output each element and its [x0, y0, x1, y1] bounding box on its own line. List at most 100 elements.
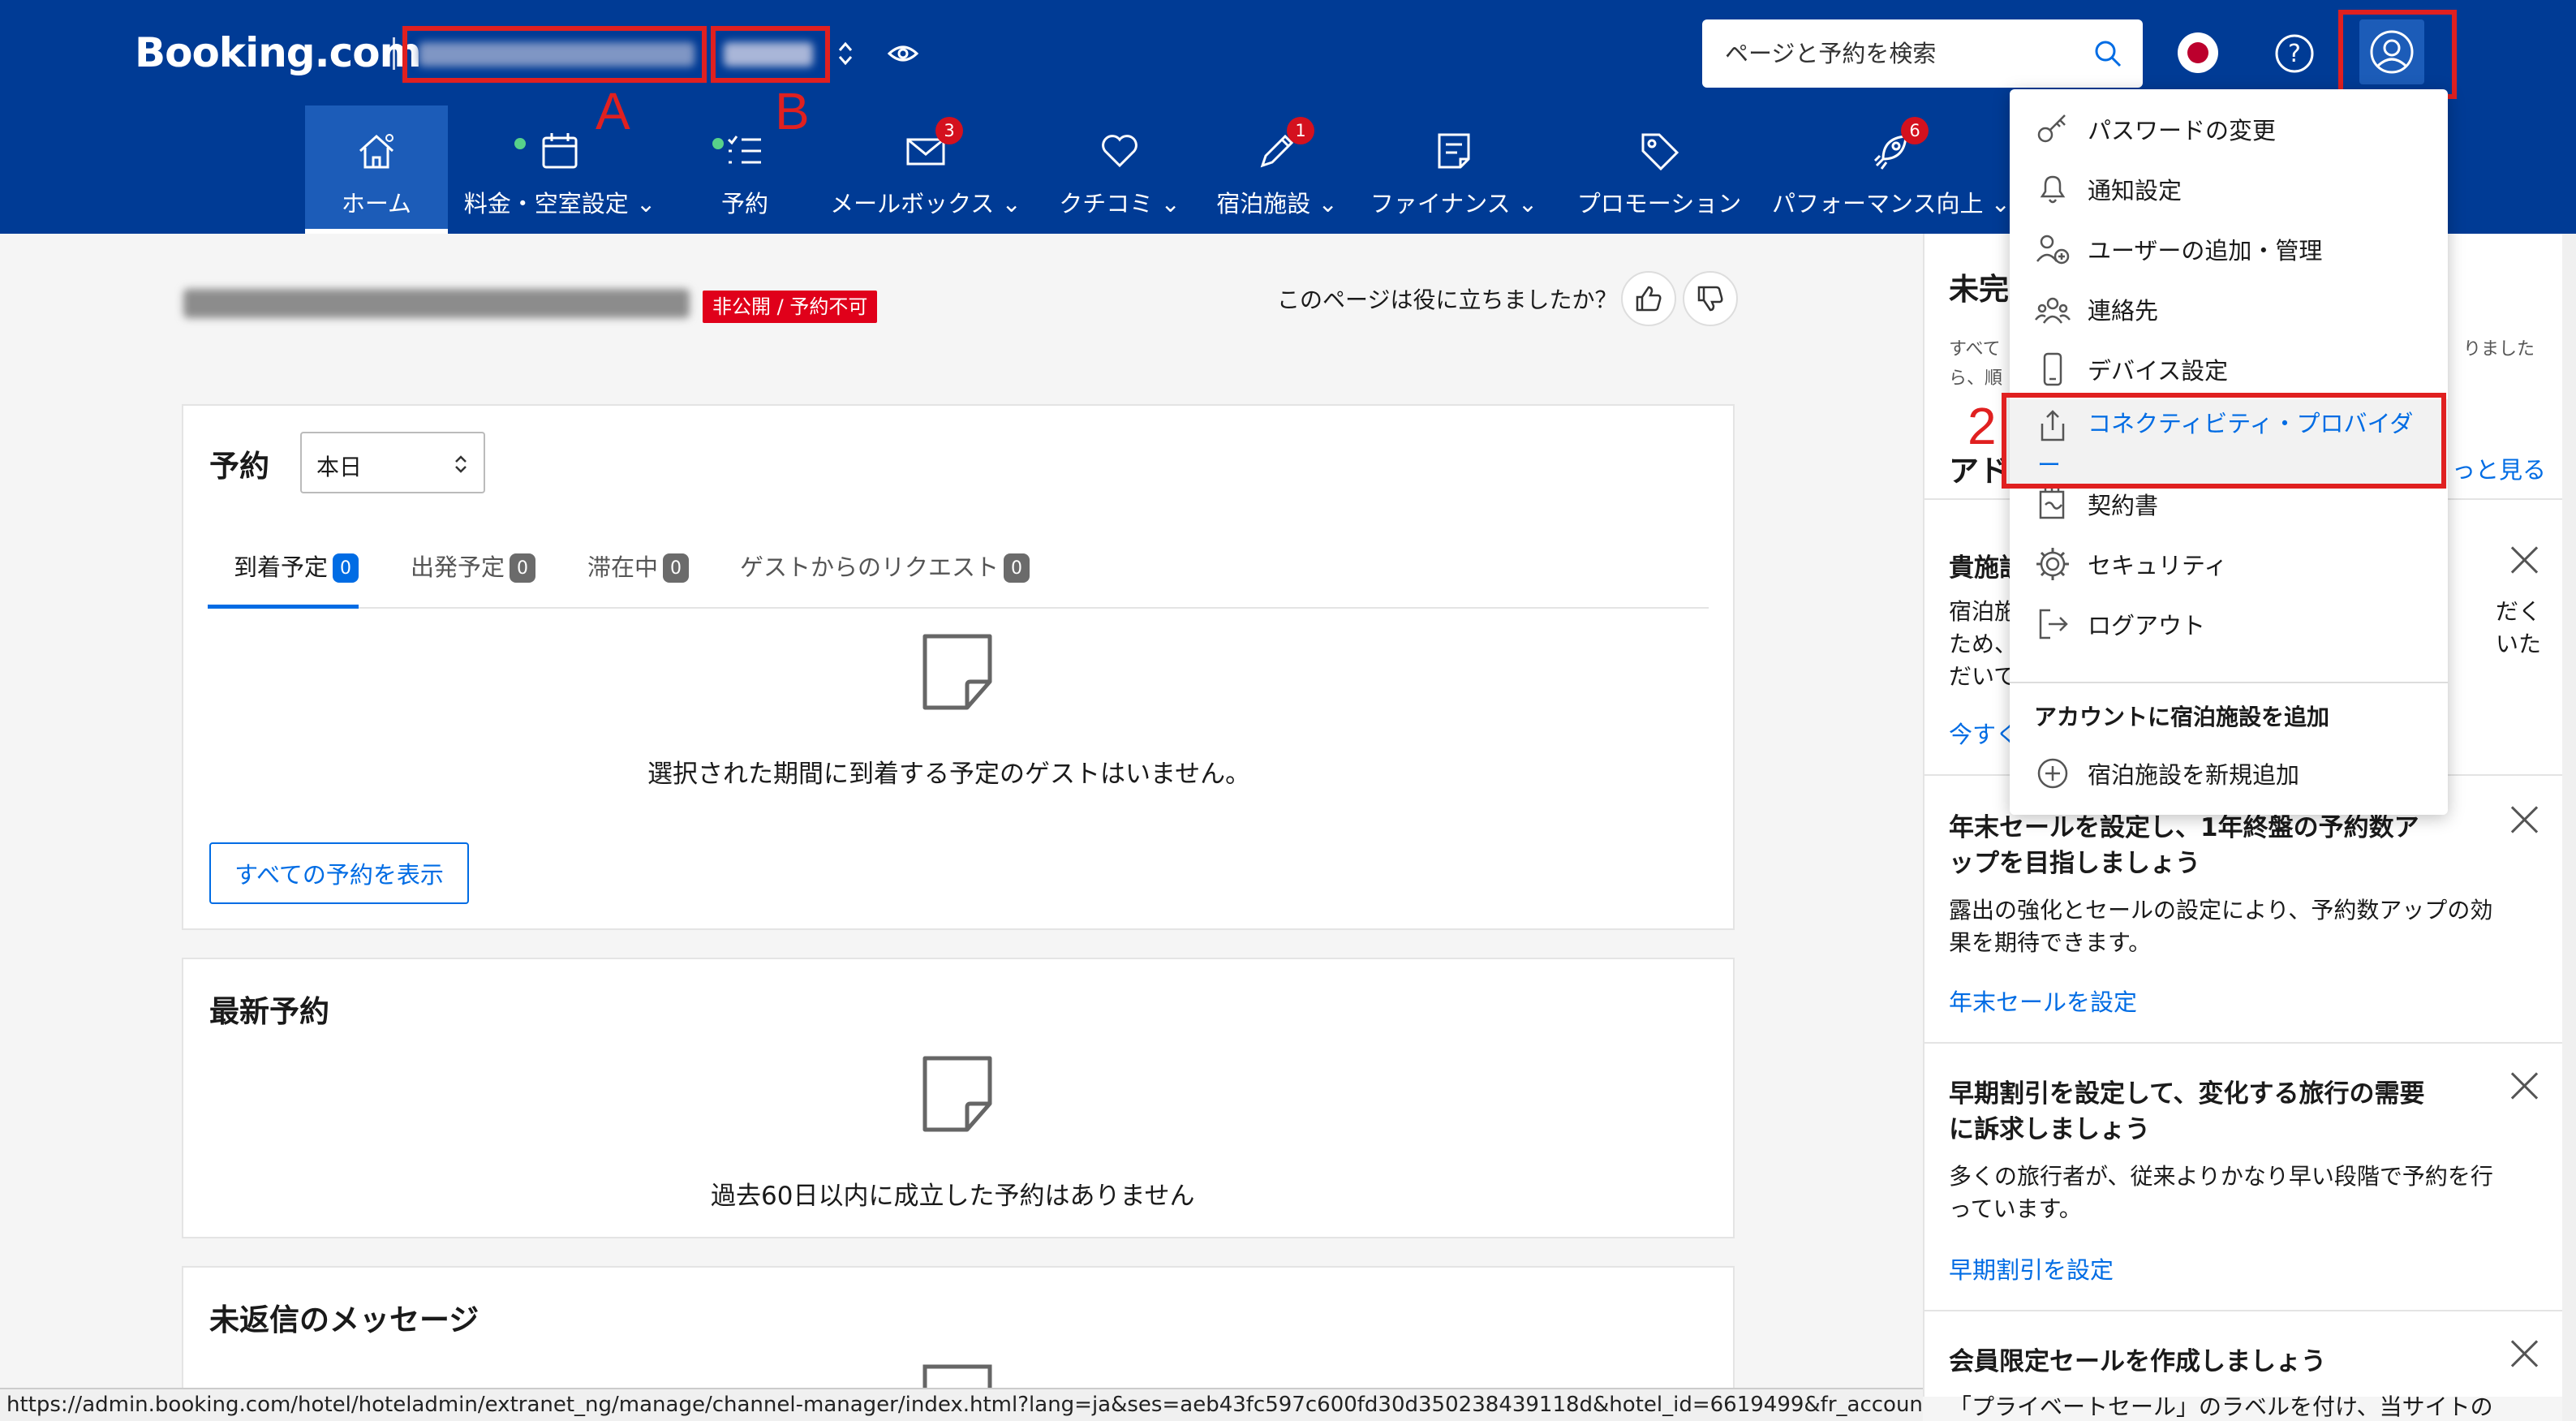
year-end-sale-title-l2: ップを目指しましょう [1949, 849, 2200, 878]
view-all-reservations-button[interactable]: すべての予約を表示 [209, 842, 469, 904]
sidebar-partial-text-2: ら、順 [1949, 368, 2003, 389]
nav-home[interactable]: ホーム [305, 105, 448, 234]
menu-item-logout[interactable]: ログアウト [2010, 594, 2448, 654]
tab-guest-requests[interactable]: ゲストからのリクエスト 0 [740, 549, 1030, 609]
performance-badge: 6 [1901, 117, 1929, 144]
nav-finance[interactable]: ファイナンス ⌄ [1370, 105, 1537, 234]
menu-item-label: 連絡先 [2088, 297, 2159, 325]
nav-performance[interactable]: 6 パフォーマンス向上 ⌄ [1772, 105, 2010, 234]
see-more-link[interactable]: っと見る [2452, 451, 2546, 485]
tab-departures[interactable]: 出発予定 0 [411, 549, 536, 609]
close-icon[interactable] [2509, 544, 2541, 576]
tab-arrivals-count: 0 [333, 553, 359, 583]
menu-item-gear[interactable]: セキュリティ [2010, 534, 2448, 594]
menu-item-label: デバイス設定 [2088, 357, 2229, 385]
envelope-icon: 3 [901, 117, 963, 175]
help-icon[interactable]: ? [2273, 32, 2316, 75]
nav-mailbox[interactable]: 3 メールボックス ⌄ [830, 105, 1021, 234]
mailbox-badge: 3 [935, 117, 963, 144]
rocket-icon: 6 [1867, 117, 1929, 175]
nav-reservations[interactable]: 予約 [698, 105, 792, 234]
thumbs-down-button[interactable] [1683, 271, 1738, 326]
nav-promotions[interactable]: プロモーション [1571, 105, 1748, 234]
year-end-sale-link[interactable]: 年末セールを設定 [1949, 984, 2137, 1018]
pencil-icon: 1 [1253, 117, 1314, 175]
main-content: 非公開 / 予約不可 このページは役に立ちましたか？ 予約 本日 到着予定 0 出… [0, 234, 1923, 1421]
japan-flag-icon[interactable] [2178, 32, 2218, 73]
tab-in-house-count: 0 [663, 553, 690, 583]
search-input[interactable] [1725, 19, 2082, 88]
annotation-box-a [402, 26, 707, 83]
empty-note-icon [917, 631, 998, 713]
thumbs-up-button[interactable] [1621, 271, 1676, 326]
close-icon[interactable] [2509, 1070, 2541, 1102]
menu-divider [2010, 682, 2448, 683]
svg-text:?: ? [2288, 40, 2301, 68]
member-sale-title: 会員限定セールを作成しましょう [1949, 1347, 2326, 1376]
search-icon[interactable] [2090, 36, 2126, 71]
sidebar-card-partial-link[interactable]: 今すぐ [1949, 716, 2019, 750]
property-title-blurred [183, 289, 690, 318]
menu-item-label: パスワードの変更 [2088, 117, 2277, 144]
thumbs-up-icon [1636, 286, 1662, 312]
nav-performance-label: パフォーマンス向上 ⌄ [1772, 190, 2010, 217]
nav-reviews[interactable]: クチコミ ⌄ [1055, 105, 1185, 234]
search-box[interactable] [1702, 19, 2143, 88]
contacts-icon [2034, 291, 2071, 328]
tab-departures-label: 出発予定 [411, 553, 505, 581]
close-icon[interactable] [2509, 1337, 2541, 1370]
no-arrivals-text: 選択された期間に到着する予定のゲストはいません。 [647, 760, 1251, 789]
account-dropdown-menu: パスワードの変更 通知設定 ユーザーの追加・管理 連絡先 デバイス設定 コネクティビティ・… [1967, 89, 2448, 815]
eye-icon[interactable] [887, 39, 919, 68]
calendar-icon [514, 127, 584, 175]
add-user-icon [2034, 230, 2071, 268]
tab-in-house[interactable]: 滞在中 0 [587, 549, 690, 609]
gear-icon [2034, 545, 2071, 583]
nav-property-label: 宿泊施設 ⌄ [1216, 190, 1338, 217]
early-booking-body-l1: 多くの旅行者が、従来よりかなり早い段階で予約を行 [1949, 1163, 2493, 1190]
document-icon [1430, 127, 1478, 175]
menu-item-label: 通知設定 [2088, 177, 2183, 205]
nav-rates-availability[interactable]: 料金・空室設定 ⌄ [462, 105, 657, 234]
menu-item-add-property[interactable]: 宿泊施設を新規追加 [2010, 743, 2448, 803]
menu-item-contacts[interactable]: 連絡先 [2010, 279, 2448, 339]
menu-item-label: セキュリティ [2088, 552, 2228, 579]
menu-item-phone[interactable]: デバイス設定 [2010, 339, 2448, 399]
close-icon[interactable] [2509, 803, 2541, 836]
booking-logo[interactable]: Booking.com [135, 29, 422, 76]
nav-mailbox-label: メールボックス ⌄ [830, 190, 1021, 217]
menu-item-key[interactable]: パスワードの変更 [2010, 99, 2448, 159]
annotation-box-1 [2338, 10, 2457, 99]
menu-item-bell[interactable]: 通知設定 [2010, 159, 2448, 219]
menu-section-title: アカウントに宿泊施設を追加 [2034, 704, 2330, 730]
period-select[interactable]: 本日 [300, 432, 485, 493]
sidebar-card-partial-l1-end: だく [2496, 598, 2542, 625]
thumbs-down-icon [1697, 286, 1723, 312]
nav-reservations-label: 予約 [720, 190, 768, 217]
tab-arrivals-label: 到着予定 [234, 553, 329, 581]
member-sale-body-l1: 「プライベートセール」のラベルを付け、当サイトの [1949, 1393, 2493, 1420]
early-booking-link[interactable]: 早期割引を設定 [1949, 1251, 2114, 1285]
period-select-value: 本日 [316, 454, 363, 480]
logout-icon [2034, 605, 2071, 643]
vertical-scrollbar[interactable] [2562, 234, 2576, 1421]
status-dot [514, 138, 526, 149]
nav-property[interactable]: 1 宿泊施設 ⌄ [1212, 105, 1342, 234]
empty-note-icon [917, 1053, 998, 1135]
reservations-tabs: 到着予定 0 出発予定 0 滞在中 0 ゲストからのリクエスト 0 [208, 534, 1709, 609]
tab-guest-requests-count: 0 [1004, 553, 1030, 583]
reservations-title: 予約 [209, 449, 269, 484]
sidebar-partial-title: 未完 [1949, 272, 2009, 307]
menu-item-label: 宿泊施設を新規追加 [2088, 761, 2300, 789]
sidebar-card-partial-l2: ため、 [1949, 631, 2018, 657]
browser-status-url: https://admin.booking.com/hotel/hoteladm… [0, 1388, 1923, 1421]
sidebar-card-partial-l1: 宿泊施 [1949, 598, 2018, 625]
list-icon [712, 127, 769, 175]
tab-arrivals[interactable]: 到着予定 0 [208, 549, 359, 609]
nav-reviews-label: クチコミ ⌄ [1059, 190, 1180, 217]
annotation-box-b [711, 26, 830, 83]
menu-item-add-user[interactable]: ユーザーの追加・管理 [2010, 219, 2448, 279]
annotation-box-2 [2002, 393, 2446, 489]
switch-property-icon[interactable] [836, 37, 855, 70]
sidebar-partial-text-1-end: りました [2463, 339, 2535, 360]
